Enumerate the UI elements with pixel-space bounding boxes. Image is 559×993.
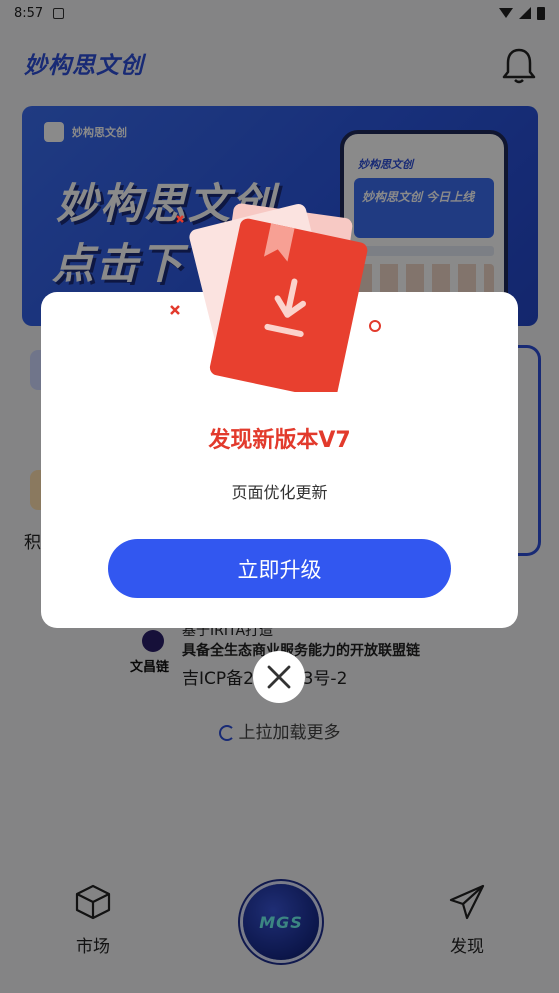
update-title: 发现新版本V7 (208, 428, 351, 453)
close-icon (267, 665, 291, 689)
close-dialog-button[interactable] (253, 651, 305, 703)
update-illustration-icon (170, 203, 381, 392)
update-description: 页面优化更新 (231, 483, 328, 502)
upgrade-now-button[interactable]: 立即升级 (108, 539, 451, 598)
